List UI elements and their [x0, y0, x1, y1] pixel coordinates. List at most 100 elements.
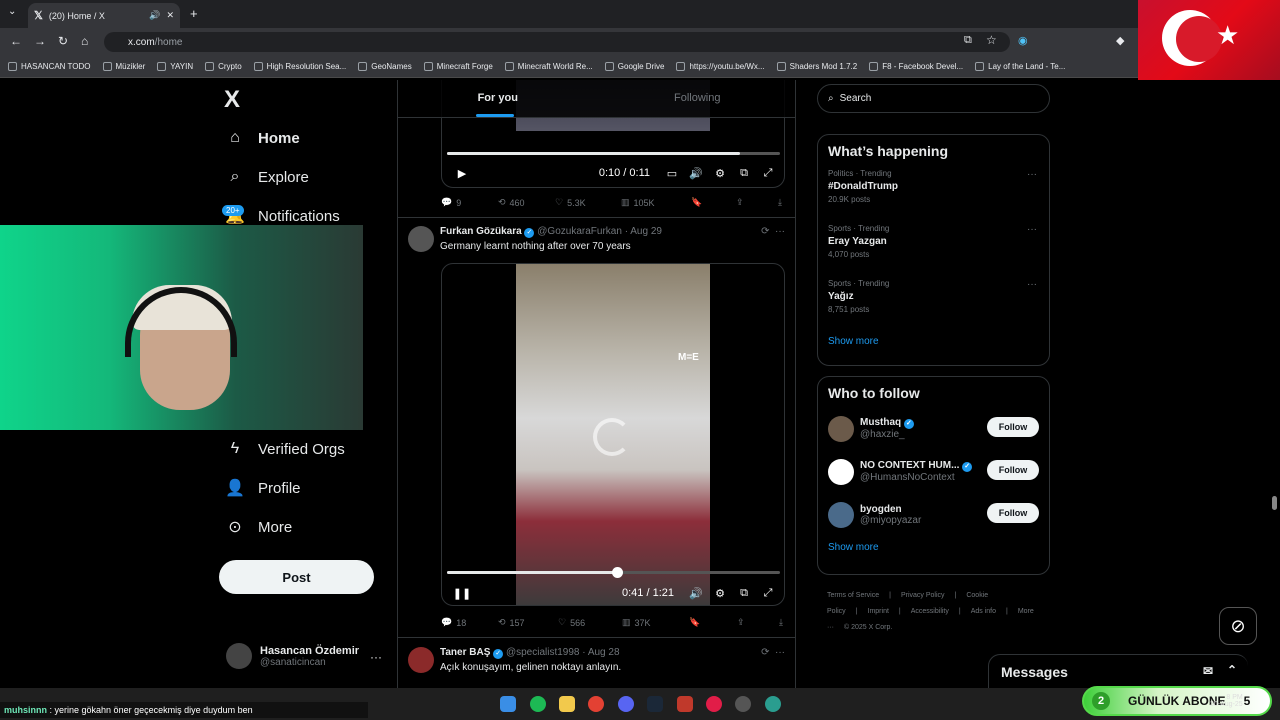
- settings-icon[interactable]: ⚙: [708, 167, 732, 180]
- tab-following[interactable]: Following: [598, 80, 796, 117]
- footer-link[interactable]: © 2025 X Corp.: [844, 624, 892, 631]
- fullscreen-icon[interactable]: ⤢: [756, 587, 780, 600]
- chrome-icon[interactable]: [588, 696, 604, 712]
- trend-item[interactable]: Sports · Trending Eray Yazgan 4,070 post…: [818, 220, 1049, 275]
- recorder-icon[interactable]: [706, 696, 722, 712]
- volume-icon[interactable]: 🔊: [684, 587, 708, 600]
- back-icon[interactable]: ←: [10, 34, 22, 48]
- pip-icon[interactable]: ⧉: [732, 167, 756, 180]
- speaker-icon[interactable]: 🔊: [149, 10, 160, 21]
- new-message-icon[interactable]: ✉: [1203, 664, 1213, 678]
- pip-icon[interactable]: ⧉: [732, 587, 756, 600]
- reload-icon[interactable]: ↻: [58, 34, 68, 48]
- tweet-more-icon[interactable]: ⟳ ···: [761, 226, 785, 237]
- bookmark-icon[interactable]: 🔖: [689, 617, 737, 628]
- game-app-icon[interactable]: [677, 696, 693, 712]
- bookmark-item[interactable]: Müzikler: [102, 62, 145, 71]
- tweet-author-handle[interactable]: @specialist1998: [506, 647, 580, 658]
- bookmark-item[interactable]: GeoNames: [358, 62, 412, 71]
- tab-close-icon[interactable]: ✕: [166, 10, 174, 21]
- url-bar[interactable]: x.com/home: [104, 32, 1010, 52]
- trend-more-icon[interactable]: ···: [1027, 169, 1037, 180]
- follow-button[interactable]: Follow: [987, 417, 1039, 437]
- scrollbar[interactable]: [1272, 496, 1277, 510]
- messages-drawer[interactable]: Messages ✉ ⌃: [988, 654, 1248, 688]
- follow-show-more-link[interactable]: Show more: [818, 536, 1049, 559]
- follow-suggestion[interactable]: Musthaq ✓ @haxzie_ Follow: [818, 407, 1049, 450]
- tweet-author-name[interactable]: Furkan Gözükara: [440, 226, 522, 237]
- account-more-icon[interactable]: ···: [370, 650, 382, 664]
- views-button[interactable]: ▥ 37K: [622, 617, 689, 628]
- grok-icon[interactable]: ⊘: [1219, 607, 1257, 645]
- discord-icon[interactable]: [618, 696, 634, 712]
- nav-more[interactable]: ⊙ More: [226, 518, 292, 537]
- play-icon[interactable]: ▶: [450, 167, 474, 180]
- bookmark-item[interactable]: HASANCAN TODO: [8, 62, 91, 71]
- tweet-author-name[interactable]: Taner BAŞ: [440, 647, 490, 658]
- expand-icon[interactable]: ⌃: [1227, 663, 1237, 677]
- home-browser-icon[interactable]: ⌂: [81, 34, 88, 48]
- x-logo[interactable]: X: [224, 86, 240, 114]
- bookmark-item[interactable]: https://youtu.be/Wx...: [676, 62, 765, 71]
- trend-item[interactable]: Politics · Trending #DonaldTrump 20.9K p…: [818, 165, 1049, 220]
- browser-tab[interactable]: 𝕏 (20) Home / X 🔊 ✕: [28, 3, 180, 28]
- download-icon[interactable]: ⤓: [779, 617, 783, 628]
- reply-button[interactable]: 💬 18: [441, 617, 498, 628]
- footer-link[interactable]: Privacy Policy: [901, 592, 945, 599]
- follow-suggestion[interactable]: byogden @miyopyazar Follow: [818, 493, 1049, 536]
- share-icon[interactable]: ⇪: [736, 197, 778, 208]
- bookmark-item[interactable]: Google Drive: [604, 62, 664, 71]
- fullscreen-icon[interactable]: ⤢: [756, 167, 780, 180]
- app-icon[interactable]: [735, 696, 751, 712]
- extension-icon[interactable]: ◉: [1018, 34, 1028, 47]
- share-icon[interactable]: ⇪: [737, 617, 779, 628]
- bookmark-item[interactable]: YAYIN: [157, 62, 193, 71]
- globe-app-icon[interactable]: [765, 696, 781, 712]
- tweet-video-2[interactable]: M=E ❚❚ 0:41 / 1:21 🔊 ⚙ ⧉ ⤢: [441, 263, 785, 606]
- bookmark-item[interactable]: Shaders Mod 1.7.2: [776, 62, 857, 71]
- views-button[interactable]: ▥ 105K: [621, 197, 691, 208]
- captions-icon[interactable]: ▭: [660, 167, 684, 180]
- volume-icon[interactable]: 🔊: [684, 167, 708, 180]
- like-button[interactable]: ♡ 566: [558, 617, 622, 628]
- extension-puzzle-icon[interactable]: ◆: [1116, 34, 1124, 47]
- follow-button[interactable]: Follow: [987, 503, 1039, 523]
- footer-link[interactable]: Imprint: [868, 608, 889, 615]
- bookmark-item[interactable]: High Resolution Sea...: [253, 62, 346, 71]
- search-input[interactable]: ⌕ Search: [817, 84, 1050, 113]
- repost-button[interactable]: ⟲ 157: [498, 617, 558, 628]
- windows-start-icon[interactable]: [500, 696, 516, 712]
- footer-link[interactable]: Accessibility: [911, 608, 949, 615]
- footer-link[interactable]: Ads info: [971, 608, 996, 615]
- tweet-author-handle[interactable]: @GozukaraFurkan: [537, 226, 622, 237]
- nav-verified-orgs[interactable]: ϟ Verified Orgs: [226, 440, 345, 458]
- like-button[interactable]: ♡ 5.3K: [555, 197, 621, 208]
- bookmark-item[interactable]: Crypto: [205, 62, 242, 71]
- follow-button[interactable]: Follow: [987, 460, 1039, 480]
- tweet-more-icon[interactable]: ⟳ ···: [761, 647, 785, 658]
- download-icon[interactable]: ⤓: [778, 197, 782, 208]
- bookmark-icon[interactable]: 🔖: [691, 197, 736, 208]
- bookmark-item[interactable]: F8 - Facebook Devel...: [869, 62, 963, 71]
- trends-show-more-link[interactable]: Show more: [818, 330, 1049, 353]
- install-icon[interactable]: ⧉: [964, 34, 972, 47]
- bookmark-item[interactable]: Minecraft World Re...: [504, 62, 593, 71]
- settings-icon[interactable]: ⚙: [708, 587, 732, 600]
- repost-button[interactable]: ⟲ 460: [498, 197, 555, 208]
- nav-profile[interactable]: 👤 Profile: [225, 479, 300, 498]
- avatar[interactable]: [408, 647, 434, 673]
- video-scrub-knob[interactable]: [611, 567, 623, 578]
- bookmark-item[interactable]: Minecraft Forge: [423, 62, 493, 71]
- video-progress-2[interactable]: [447, 567, 780, 578]
- bookmark-star-icon[interactable]: ☆: [986, 33, 997, 47]
- nav-explore[interactable]: ⌕ Explore: [226, 168, 309, 186]
- trend-more-icon[interactable]: ···: [1027, 279, 1037, 290]
- forward-icon[interactable]: →: [34, 34, 46, 48]
- post-button[interactable]: Post: [219, 560, 374, 594]
- account-switcher[interactable]: Hasancan Özdemir @sanaticincan: [226, 643, 359, 669]
- bookmark-item[interactable]: Lay of the Land - Te...: [975, 62, 1065, 71]
- pause-icon[interactable]: ❚❚: [450, 587, 474, 600]
- follow-suggestion[interactable]: NO CONTEXT HUM... ✓ @HumansNoContext Fol…: [818, 450, 1049, 493]
- tab-for-you[interactable]: For you: [398, 80, 598, 117]
- new-tab-icon[interactable]: +: [190, 6, 198, 21]
